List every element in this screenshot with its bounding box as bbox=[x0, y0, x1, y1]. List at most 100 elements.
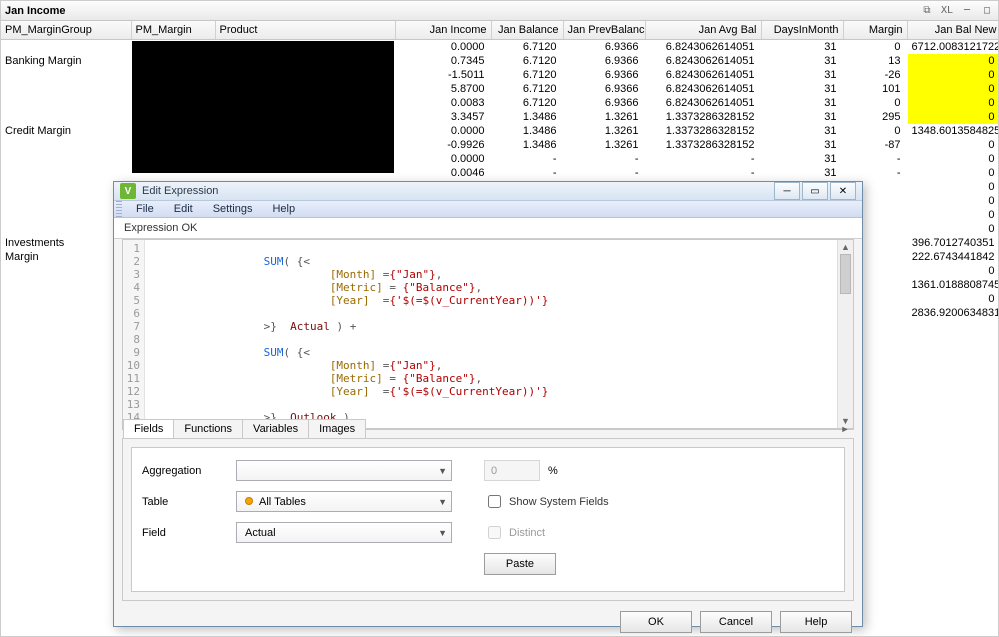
dialog-maximize-button[interactable]: ▭ bbox=[802, 182, 828, 200]
editor-vscrollbar[interactable]: ▲ ▼ bbox=[837, 240, 853, 428]
dialog-titlebar[interactable]: V Edit Expression ─ ▭ ✕ bbox=[114, 182, 862, 201]
data-cell: 0.0000 bbox=[395, 39, 491, 54]
scroll-thumb[interactable] bbox=[840, 254, 851, 294]
data-cell bbox=[1, 278, 131, 292]
margin-group-cell bbox=[1, 166, 131, 180]
column-header[interactable]: PM_MarginGroup bbox=[1, 21, 131, 39]
maximize-icon[interactable]: □ bbox=[980, 5, 994, 17]
table-select[interactable]: All Tables▼ bbox=[236, 491, 452, 512]
data-cell bbox=[1, 194, 131, 208]
data-cell: 0 bbox=[907, 208, 999, 222]
tab-variables[interactable]: Variables bbox=[242, 419, 309, 438]
help-button[interactable]: Help bbox=[780, 611, 852, 633]
data-cell: 1.3373286328152 bbox=[645, 124, 761, 138]
column-header[interactable]: Margin bbox=[843, 21, 907, 39]
column-header[interactable]: PM_Margin bbox=[131, 21, 215, 39]
cancel-button[interactable]: Cancel bbox=[700, 611, 772, 633]
fields-panel: FieldsFunctionsVariablesImages Aggregati… bbox=[122, 438, 854, 601]
column-header[interactable]: Product bbox=[215, 21, 395, 39]
data-cell: -26 bbox=[843, 68, 907, 82]
data-cell: 5.8700 bbox=[395, 82, 491, 96]
aggregation-label: Aggregation bbox=[142, 465, 228, 477]
data-cell: 0.0000 bbox=[395, 124, 491, 138]
data-cell: Investments bbox=[1, 236, 131, 250]
show-system-checkbox[interactable]: Show System Fields bbox=[484, 492, 609, 511]
dialog-close-button[interactable]: ✕ bbox=[830, 182, 856, 200]
data-cell: 2836.9200634831 bbox=[907, 306, 999, 320]
bullet-icon bbox=[245, 497, 253, 505]
margin-group-cell bbox=[1, 82, 131, 96]
data-cell: -1.5011 bbox=[395, 68, 491, 82]
column-header[interactable]: Jan Avg Bal bbox=[645, 21, 761, 39]
tab-images[interactable]: Images bbox=[308, 419, 366, 438]
data-cell: - bbox=[843, 166, 907, 180]
expression-editor[interactable]: 123456789101112131415 SUM( {< [Month] ={… bbox=[122, 239, 854, 429]
data-cell bbox=[1, 222, 131, 236]
data-cell: 6.7120 bbox=[491, 82, 563, 96]
data-cell: 0 bbox=[843, 124, 907, 138]
data-cell: - bbox=[843, 152, 907, 166]
data-cell: 31 bbox=[761, 124, 843, 138]
data-cell bbox=[1, 180, 131, 194]
data-cell: 1.3261 bbox=[563, 124, 645, 138]
data-cell: 13 bbox=[843, 54, 907, 68]
tab-fields[interactable]: Fields bbox=[123, 419, 174, 438]
xl-icon[interactable]: XL bbox=[940, 5, 954, 17]
data-cell: 0 bbox=[907, 264, 999, 278]
column-header[interactable]: Jan Balance bbox=[491, 21, 563, 39]
data-cell: 31 bbox=[761, 152, 843, 166]
data-cell: 0.0083 bbox=[395, 96, 491, 110]
data-cell: 6.7120 bbox=[491, 68, 563, 82]
dialog-title: Edit Expression bbox=[142, 185, 774, 197]
data-cell: 0 bbox=[843, 39, 907, 54]
column-header[interactable]: Jan PrevBalance bbox=[563, 21, 645, 39]
menu-file[interactable]: File bbox=[126, 200, 164, 218]
data-cell: 1348.6013584825 bbox=[907, 124, 999, 138]
data-cell: 396.7012740351 bbox=[907, 236, 999, 250]
redacted-region bbox=[132, 41, 394, 173]
field-label: Field bbox=[142, 527, 228, 539]
margin-group-cell bbox=[1, 138, 131, 152]
data-cell: 31 bbox=[761, 82, 843, 96]
editor-code[interactable]: SUM( {< [Month] ={"Jan"}, [Metric] = {"B… bbox=[145, 240, 837, 428]
data-cell: 1.3261 bbox=[563, 110, 645, 124]
column-header[interactable]: Jan Income bbox=[395, 21, 491, 39]
data-cell: 6.7120 bbox=[491, 54, 563, 68]
data-cell: 6.9366 bbox=[563, 68, 645, 82]
minimize-icon[interactable]: ─ bbox=[960, 5, 974, 17]
attach-icon[interactable]: ⧉ bbox=[920, 5, 934, 17]
data-cell: 6.9366 bbox=[563, 82, 645, 96]
data-cell: 0.7345 bbox=[395, 54, 491, 68]
data-cell: - bbox=[491, 152, 563, 166]
data-cell: 31 bbox=[761, 54, 843, 68]
app-icon: V bbox=[120, 183, 136, 199]
menu-grip-icon bbox=[116, 201, 122, 217]
data-cell: - bbox=[563, 166, 645, 180]
data-cell: Margin bbox=[1, 250, 131, 264]
data-cell: 0 bbox=[907, 96, 999, 110]
aggregation-select[interactable]: ▼ bbox=[236, 460, 452, 481]
column-header[interactable]: Jan Bal New bbox=[907, 21, 999, 39]
data-cell: 1361.0188808745 bbox=[907, 278, 999, 292]
paste-button[interactable]: Paste bbox=[484, 553, 556, 575]
menu-edit[interactable]: Edit bbox=[164, 200, 203, 218]
ok-button[interactable]: OK bbox=[620, 611, 692, 633]
column-header[interactable]: DaysInMonth bbox=[761, 21, 843, 39]
data-cell: 0 bbox=[907, 54, 999, 68]
dialog-minimize-button[interactable]: ─ bbox=[774, 182, 800, 200]
data-cell: 1.3261 bbox=[563, 138, 645, 152]
distinct-checkbox: Distinct bbox=[484, 523, 545, 542]
data-cell: 6.9366 bbox=[563, 96, 645, 110]
data-cell: 0.0000 bbox=[395, 152, 491, 166]
field-select[interactable]: Actual▼ bbox=[236, 522, 452, 543]
scroll-up-icon[interactable]: ▲ bbox=[838, 240, 853, 254]
table-titlebar: Jan Income ⧉ XL ─ □ bbox=[1, 1, 998, 21]
tab-functions[interactable]: Functions bbox=[173, 419, 243, 438]
menu-help[interactable]: Help bbox=[262, 200, 305, 218]
margin-group-cell: Banking Margin bbox=[1, 54, 131, 68]
margin-group-cell bbox=[1, 39, 131, 54]
menu-bar: FileEditSettingsHelp bbox=[114, 201, 862, 218]
data-cell: 6.7120 bbox=[491, 96, 563, 110]
data-cell: 6.8243062614051 bbox=[645, 82, 761, 96]
menu-settings[interactable]: Settings bbox=[203, 200, 263, 218]
